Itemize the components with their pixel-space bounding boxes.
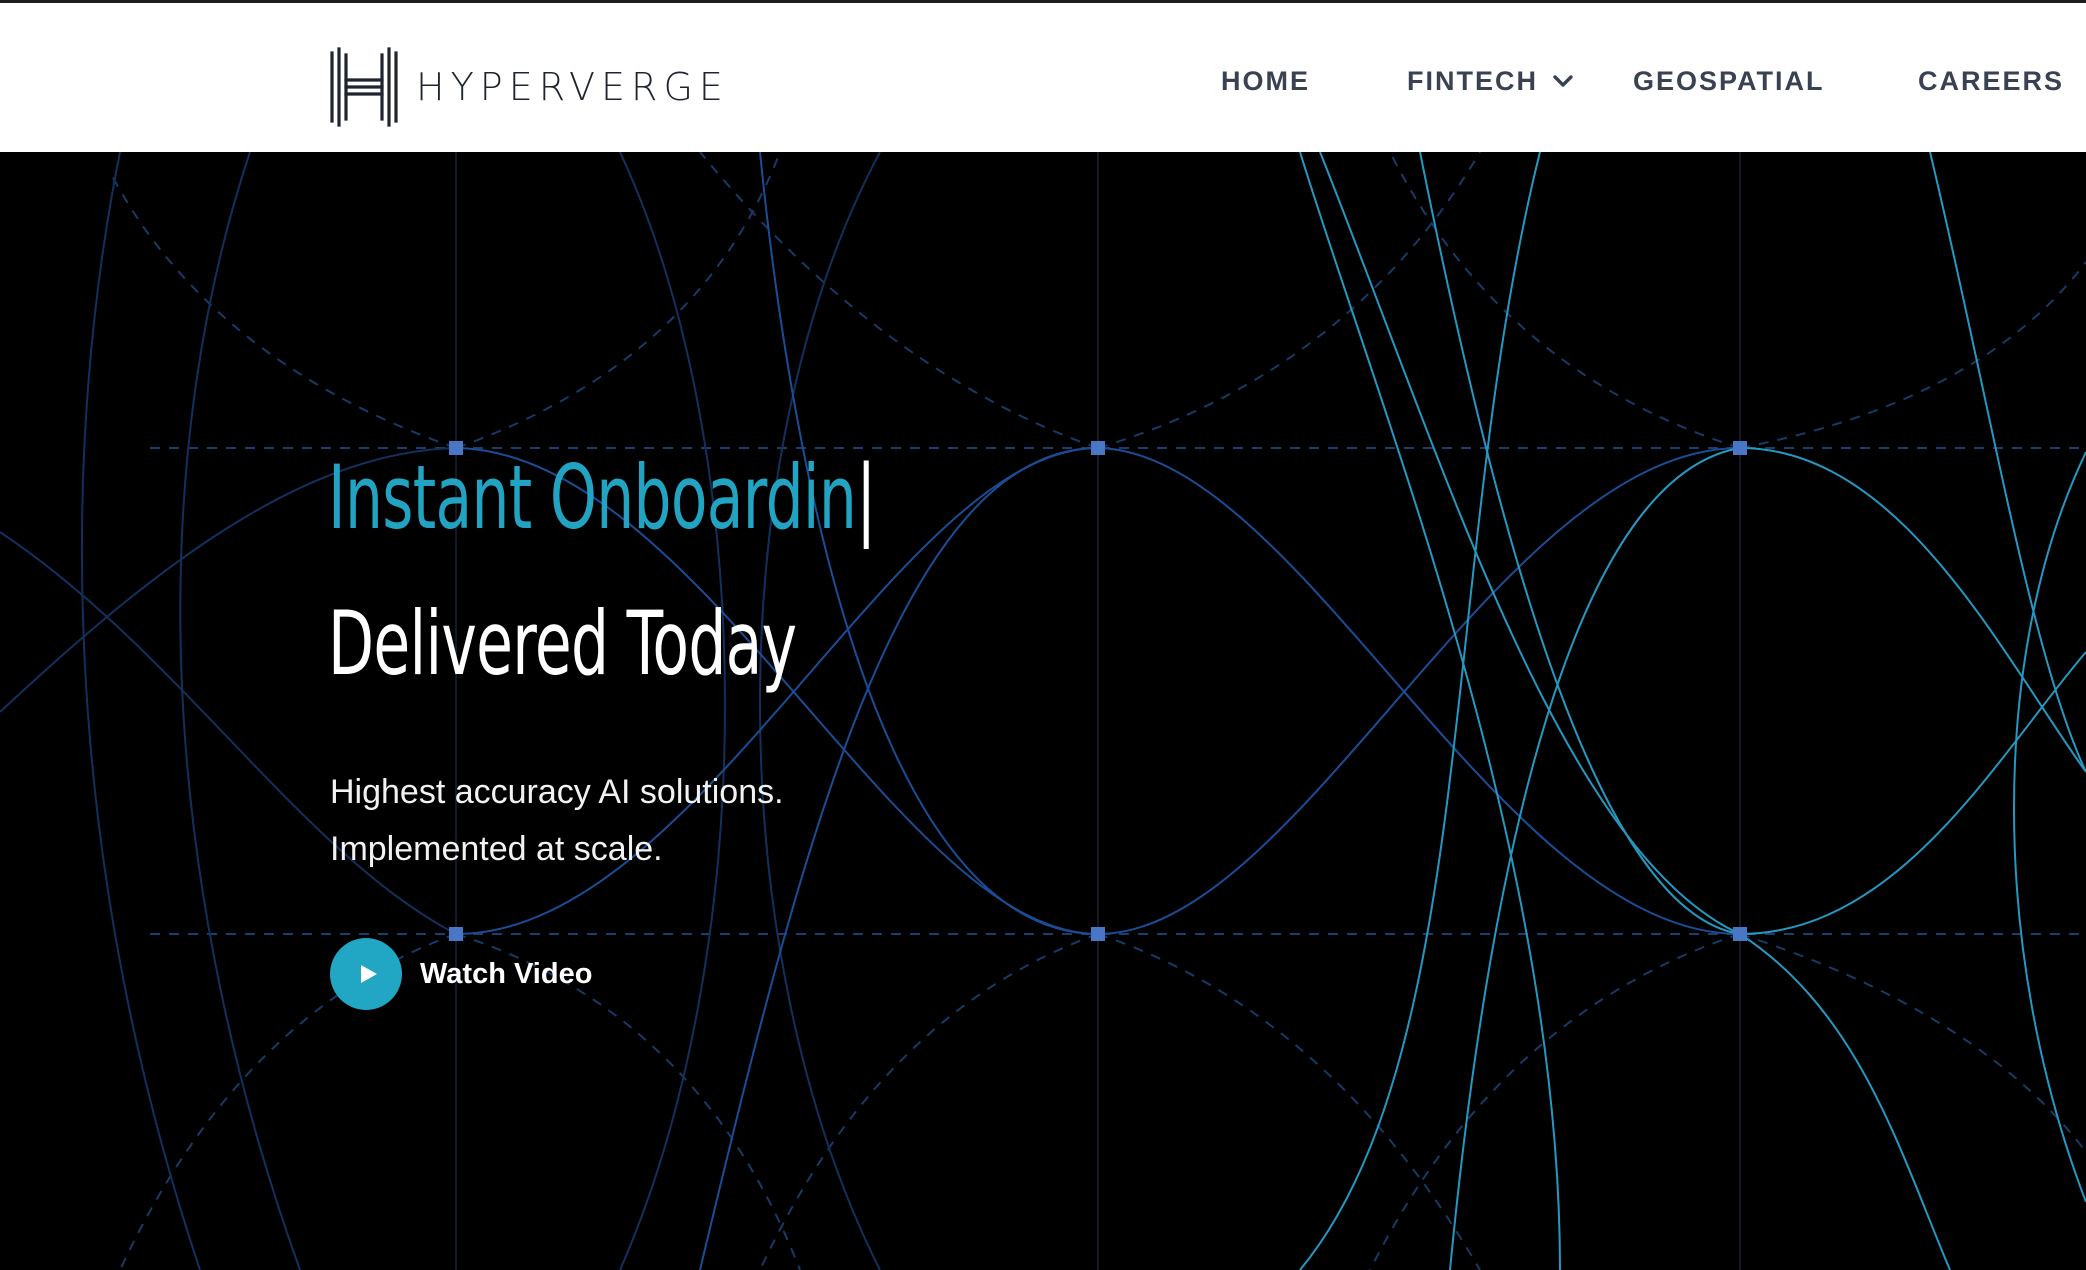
chevron-down-icon <box>1553 75 1573 87</box>
cyan-curves <box>1299 152 2086 1270</box>
hero-subtext-line1: Highest accuracy AI solutions. <box>330 773 784 811</box>
hero-subtext-line2: Implemented at scale. <box>330 830 663 868</box>
play-button[interactable] <box>330 938 402 1010</box>
dark-curves <box>0 152 881 1270</box>
main-nav: HOME FINTECH GEOSPATIAL CAREERS <box>0 61 2086 101</box>
grid-lines <box>455 152 1741 1270</box>
nav-home-label: HOME <box>1221 66 1310 96</box>
nav-careers-label: CAREERS <box>1918 66 2065 96</box>
typing-caret: | <box>856 446 876 549</box>
nav-careers[interactable]: CAREERS <box>1918 61 2064 101</box>
hero-background-graphic <box>0 152 2086 1270</box>
hero-headline-typing: Instant Onboardin| <box>328 454 876 542</box>
page: HYPERVERGE HOME FINTECH GEOSPATIAL CAREE… <box>0 0 2086 1270</box>
hero-headline-line2: Delivered Today <box>328 592 797 695</box>
nav-geospatial-label: GEOSPATIAL <box>1633 66 1825 96</box>
site-header: HYPERVERGE HOME FINTECH GEOSPATIAL CAREE… <box>0 0 2086 152</box>
nav-fintech-label: FINTECH <box>1407 66 1538 96</box>
watch-video-label: Watch Video <box>420 957 593 990</box>
nav-home[interactable]: HOME <box>1221 61 1310 101</box>
play-icon <box>361 965 377 983</box>
hero-section: Instant Onboardin| Delivered Today Highe… <box>0 152 2086 1270</box>
hero-headline-typed-text: Instant Onboardin <box>328 446 857 549</box>
watch-video-button[interactable]: Watch Video <box>330 938 592 1010</box>
hero-subtext: Highest accuracy AI solutions. Implement… <box>330 764 784 878</box>
nav-fintech[interactable]: FINTECH <box>1407 61 1576 101</box>
nav-geospatial[interactable]: GEOSPATIAL <box>1633 61 1825 101</box>
